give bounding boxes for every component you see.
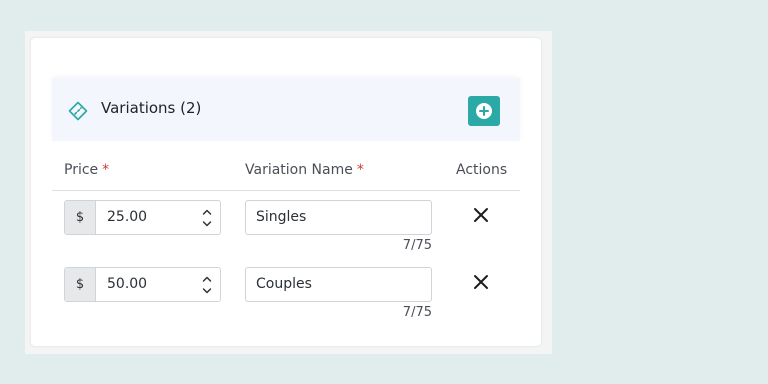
- add-variation-button[interactable]: [468, 96, 500, 126]
- table-divider: [52, 190, 520, 191]
- remove-variation-button[interactable]: [473, 207, 489, 223]
- section-title: Variations (2): [101, 99, 202, 117]
- variation-name-input[interactable]: Couples: [245, 267, 432, 302]
- price-value[interactable]: 50.00: [107, 268, 147, 301]
- price-column-header: Price *: [64, 162, 109, 178]
- variation-name-value[interactable]: Couples: [256, 268, 312, 301]
- character-counter: 7/75: [402, 305, 432, 320]
- variations-card: Variations (2) Price * Variation Name * Ac…: [31, 38, 541, 346]
- price-spinner-icon[interactable]: [201, 274, 213, 296]
- price-header-label: Price: [64, 162, 99, 178]
- currency-addon: $: [65, 268, 96, 301]
- close-icon: [474, 275, 488, 289]
- variations-header: Variations (2): [52, 78, 520, 141]
- price-spinner-icon[interactable]: [201, 207, 213, 229]
- variation-name-input[interactable]: Singles: [245, 200, 432, 235]
- required-marker: *: [356, 162, 364, 178]
- variation-name-header-label: Variation Name: [245, 162, 353, 178]
- price-field[interactable]: $ 50.00: [64, 267, 221, 302]
- currency-addon: $: [65, 201, 96, 234]
- actions-column-header: Actions: [456, 162, 508, 178]
- close-icon: [474, 208, 488, 222]
- required-marker: *: [102, 162, 110, 178]
- variation-name-column-header: Variation Name *: [245, 162, 364, 178]
- price-value[interactable]: 25.00: [107, 201, 147, 234]
- price-field[interactable]: $ 25.00: [64, 200, 221, 235]
- plus-circle-icon: [476, 103, 492, 119]
- variation-row: $ 25.00 Singles 7/75: [31, 200, 541, 260]
- variation-row: $ 50.00 Couples 7/75: [31, 267, 541, 327]
- ticket-icon: [66, 99, 90, 123]
- variation-name-value[interactable]: Singles: [256, 201, 306, 234]
- outer-panel: Variations (2) Price * Variation Name * Ac…: [25, 31, 552, 354]
- character-counter: 7/75: [402, 238, 432, 253]
- remove-variation-button[interactable]: [473, 274, 489, 290]
